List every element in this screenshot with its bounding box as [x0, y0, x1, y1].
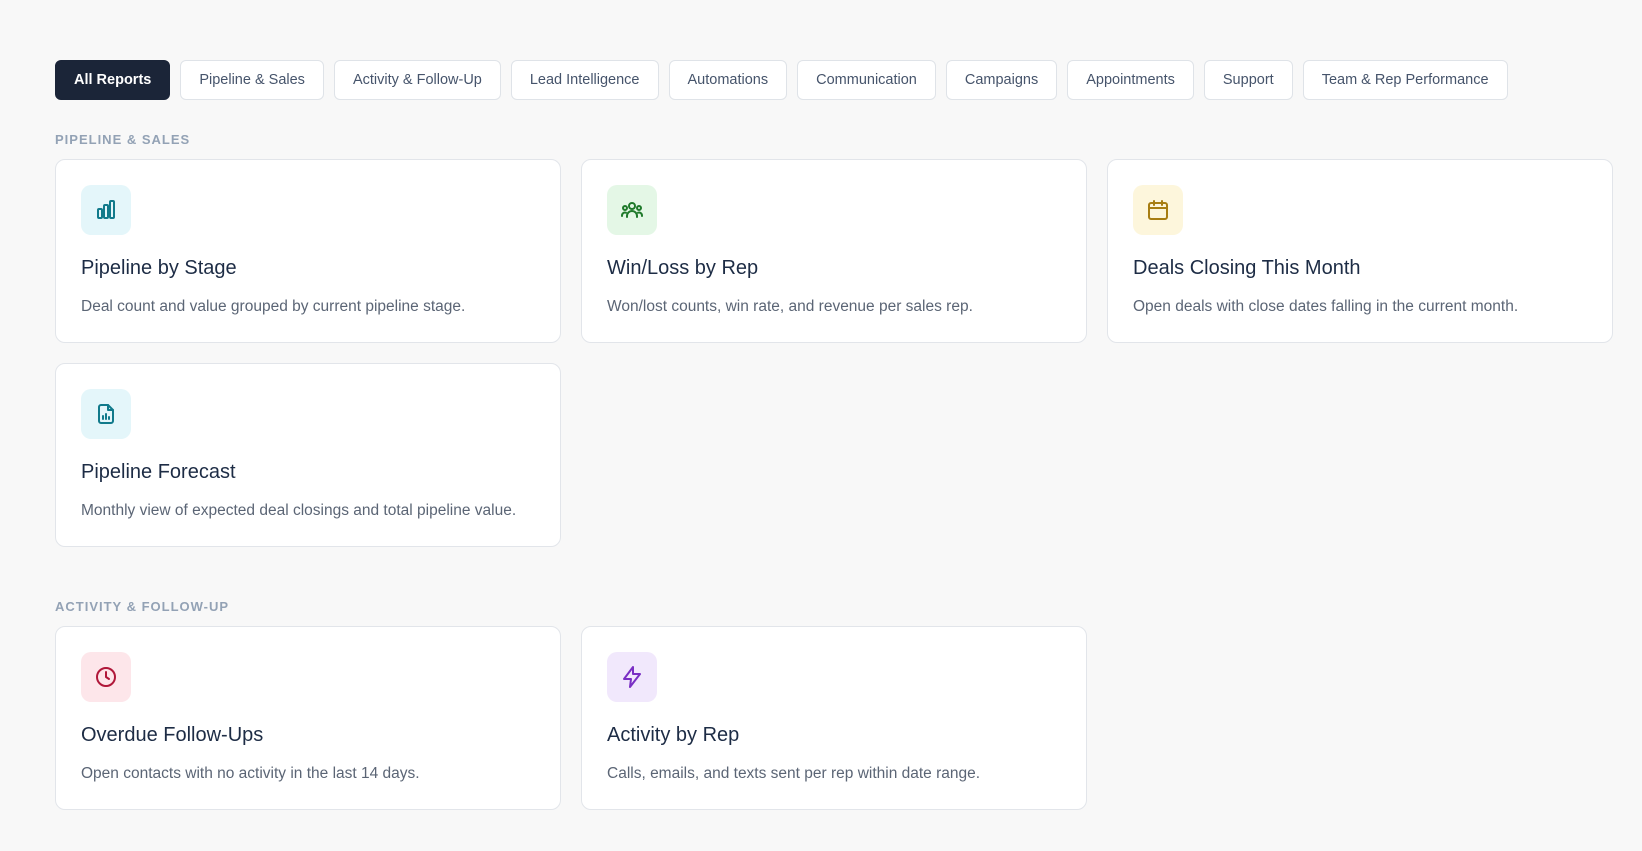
section-title-activity-follow-up: Activity & Follow-Up	[55, 599, 230, 614]
calendar-icon	[1133, 185, 1183, 235]
section-title-pipeline-sales: Pipeline & Sales	[55, 132, 191, 147]
tab-support[interactable]: Support	[1203, 60, 1293, 100]
card-title: Activity by Rep	[607, 724, 740, 746]
report-grid-pipeline-sales: Pipeline by Stage Deal count and value g…	[55, 159, 1614, 547]
users-icon	[607, 185, 657, 235]
tab-activity-follow-up[interactable]: Activity & Follow-Up	[333, 60, 501, 100]
report-card-overdue-follow-ups[interactable]: Overdue Follow-Ups Open contacts with no…	[55, 626, 561, 810]
clock-icon	[81, 652, 131, 702]
card-title: Pipeline Forecast	[81, 461, 236, 483]
report-grid-activity-follow-up: Overdue Follow-Ups Open contacts with no…	[55, 626, 1614, 810]
report-file-icon	[81, 389, 131, 439]
tab-team-rep-performance[interactable]: Team & Rep Performance	[1302, 60, 1508, 100]
report-card-deals-closing-this-month[interactable]: Deals Closing This Month Open deals with…	[1107, 159, 1613, 343]
report-card-pipeline-by-stage[interactable]: Pipeline by Stage Deal count and value g…	[55, 159, 561, 343]
report-category-tabs: All Reports Pipeline & Sales Activity & …	[55, 60, 1614, 100]
report-card-win-loss-by-rep[interactable]: Win/Loss by Rep Won/lost counts, win rat…	[581, 159, 1087, 343]
report-card-activity-by-rep[interactable]: Activity by Rep Calls, emails, and texts…	[581, 626, 1087, 810]
card-title: Overdue Follow-Ups	[81, 724, 264, 746]
tab-communication[interactable]: Communication	[797, 60, 936, 100]
tab-automations[interactable]: Automations	[668, 60, 788, 100]
card-title: Pipeline by Stage	[81, 257, 237, 279]
tab-appointments[interactable]: Appointments	[1067, 60, 1194, 100]
card-description: Calls, emails, and texts sent per rep wi…	[607, 765, 981, 782]
card-description: Deal count and value grouped by current …	[81, 298, 466, 315]
card-description: Open contacts with no activity in the la…	[81, 765, 420, 782]
card-description: Open deals with close dates falling in t…	[1133, 298, 1519, 315]
tab-all-reports[interactable]: All Reports	[55, 60, 171, 100]
card-title: Win/Loss by Rep	[607, 257, 759, 279]
card-title: Deals Closing This Month	[1133, 257, 1361, 279]
lightning-icon	[607, 652, 657, 702]
card-description: Won/lost counts, win rate, and revenue p…	[607, 298, 973, 315]
card-description: Monthly view of expected deal closings a…	[81, 502, 517, 519]
tab-pipeline-sales[interactable]: Pipeline & Sales	[180, 60, 324, 100]
tab-lead-intelligence[interactable]: Lead Intelligence	[510, 60, 659, 100]
tab-campaigns[interactable]: Campaigns	[945, 60, 1058, 100]
reports-page: All Reports Pipeline & Sales Activity & …	[0, 0, 1642, 810]
report-card-pipeline-forecast[interactable]: Pipeline Forecast Monthly view of expect…	[55, 363, 561, 547]
bar-chart-icon	[81, 185, 131, 235]
